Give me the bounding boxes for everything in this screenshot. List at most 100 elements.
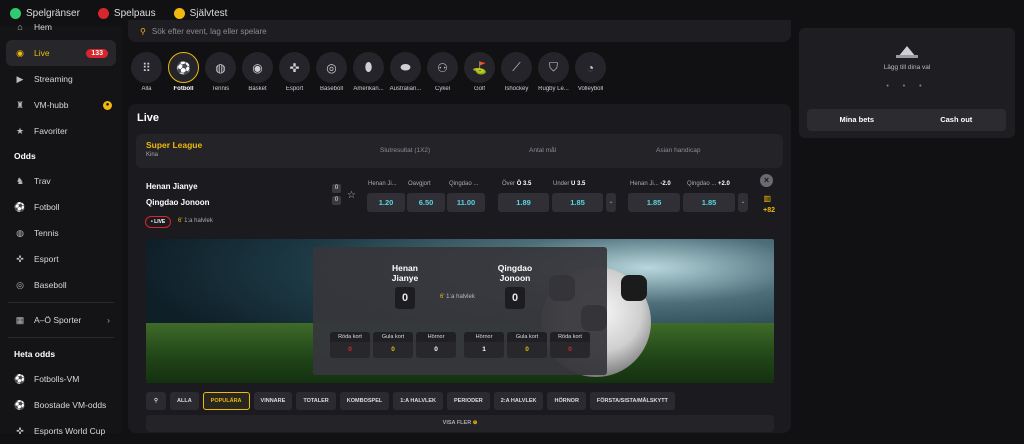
sport-alla[interactable]: ⠿ Alla — [130, 52, 163, 98]
odds-button-ah-away[interactable]: 1.85 — [683, 193, 735, 212]
betslip-empty-text: Lägg till dina val — [883, 64, 931, 71]
more-lines-chevron-icon[interactable]: ⌄ — [606, 193, 616, 212]
sport-label: Ishockey — [504, 86, 529, 92]
market-filter-hornor[interactable]: HÖRNOR — [547, 392, 586, 410]
betslip-panel: Lägg till dina val • • • Mina bets Cash … — [799, 28, 1015, 138]
search-icon: ⚲ — [153, 398, 159, 404]
sidebar-item-esports-world-cup[interactable]: ✜ Esports World Cup — [0, 418, 122, 444]
star-icon: ★ — [15, 125, 25, 136]
spelpaus-link[interactable]: Spelpaus — [97, 7, 156, 19]
home-icon: ⌂ — [17, 22, 23, 32]
sport-ishockey[interactable]: ⟋ Ishockey — [500, 52, 533, 98]
football-icon: ⚽ — [14, 399, 26, 410]
test-icon — [173, 7, 185, 19]
market-filter-perioder[interactable]: PERIODER — [446, 392, 490, 410]
market-filter-totaler[interactable]: TOTALER — [296, 392, 336, 410]
main-content: ⚲ Sök efter event, lag eller spelare ⠿ All… — [128, 20, 791, 433]
league-name[interactable]: Super League — [146, 140, 202, 150]
sport-basket[interactable]: ◉ Basket — [241, 52, 274, 98]
match-minute: 6' — [178, 218, 183, 224]
sidebar-item-fotboll[interactable]: ⚽ Fotboll — [0, 194, 122, 220]
match-period: 1:a halvlek — [184, 218, 213, 224]
sidebar-item-trav[interactable]: ♞ Trav — [0, 168, 122, 194]
stat-home-yellow-cards: Gula kort 0 — [373, 332, 413, 358]
sport-australian[interactable]: ⬬ Australian... — [389, 52, 422, 98]
limits-icon — [10, 7, 21, 19]
odds-button-home[interactable]: 1.20 — [367, 193, 405, 212]
sidebar-item-streaming[interactable]: ▶ Streaming — [0, 66, 122, 92]
sport-esport[interactable]: ✜ Esport — [278, 52, 311, 98]
sport-volleyboll[interactable]: ◔ Volleyboll — [574, 52, 607, 98]
show-more-button[interactable]: VISA FLER ⊕ — [146, 415, 774, 432]
sport-cykel[interactable]: ⚇ Cykel — [426, 52, 459, 98]
american-football-icon: ⬮ — [353, 52, 384, 83]
sport-baseboll[interactable]: ◎ Baseboll — [315, 52, 348, 98]
cup-badge-icon: ● — [103, 100, 112, 110]
sidebar-label: Fotbolls-VM — [34, 374, 80, 384]
tab-cash-out[interactable]: Cash out — [907, 109, 1007, 131]
sidebar-label: Live — [34, 48, 50, 58]
market-filter-forsta-sista-malskytt[interactable]: FÖRSTA/SISTA/MÅLSKYTT — [589, 392, 675, 410]
sidebar-label: Boostade VM-odds — [34, 400, 107, 410]
volleyball-icon: ◔ — [575, 52, 606, 83]
spelgranser-link[interactable]: Spelgränser — [10, 7, 80, 19]
search-input[interactable]: ⚲ Sök efter event, lag eller spelare — [128, 20, 791, 42]
stat-label: Gula kort — [507, 332, 547, 342]
tennis-icon: ◍ — [16, 227, 24, 238]
match-row[interactable]: Henan Jianye Qingdao Jonoon 0 0 ☆ Henan … — [136, 172, 783, 232]
odds-button-draw[interactable]: 6.50 — [407, 193, 445, 212]
streaming-icon: ▶ — [16, 73, 24, 84]
sidebar-item-baseboll[interactable]: ◎ Baseboll — [0, 272, 122, 298]
baseball-icon: ◎ — [16, 279, 24, 290]
market-filter-populara[interactable]: POPULÄRA — [202, 392, 250, 410]
sidebar-item-fotbolls-vm[interactable]: ⚽ Fotbolls-VM — [0, 366, 122, 392]
odds-button-over[interactable]: 1.89 — [498, 193, 549, 212]
sport-rugby-league[interactable]: ⛉ Rugby Le... — [537, 52, 570, 98]
sport-label: Fotboll — [173, 86, 194, 92]
grid-icon: ▦ — [15, 314, 25, 325]
sidebar-label: VM-hubb — [34, 100, 69, 110]
league-country: Kina — [146, 152, 159, 158]
sport-amerikansk-fotboll[interactable]: ⬮ Amerikan... — [352, 52, 385, 98]
market-filter-alla[interactable]: ALLA — [170, 392, 199, 410]
scoreboard-time: 6' 1:a halvlek — [440, 294, 475, 300]
odds-button-under[interactable]: 1.85 — [552, 193, 603, 212]
more-lines-chevron-icon[interactable]: ⌄ — [738, 193, 748, 212]
basketball-icon: ◉ — [242, 52, 273, 83]
sidebar-item-a-o-sporter[interactable]: ▦ A–Ö Sporter › — [0, 307, 122, 333]
market-head-draw: Oavgjort — [408, 181, 431, 187]
sidebar-item-favoriter[interactable]: ★ Favoriter — [0, 118, 122, 144]
stats-icon[interactable]: ▥ — [763, 194, 771, 203]
scoreboard-away-line2: Jonoon — [499, 273, 531, 283]
close-icon[interactable]: × — [760, 174, 773, 187]
scoreboard-home-line1: Henan — [392, 263, 418, 273]
spelpaus-label: Spelpaus — [113, 7, 156, 19]
odds-button-away[interactable]: 11.00 — [447, 193, 485, 212]
sport-golf[interactable]: ⛳ Golf — [463, 52, 496, 98]
sidebar-item-vm-hubb[interactable]: ♜ VM-hubb ● — [0, 92, 122, 118]
sport-fotboll[interactable]: ⚽ Fotboll — [167, 52, 200, 98]
market-filter-vinnare[interactable]: VINNARE — [253, 392, 293, 410]
sidebar-item-tennis[interactable]: ◍ Tennis — [0, 220, 122, 246]
market-filter-2a-halvlek[interactable]: 2:A HALVLEK — [493, 392, 544, 410]
sport-tennis[interactable]: ◍ Tennis — [204, 52, 237, 98]
sidebar-item-esport[interactable]: ✜ Esport — [0, 246, 122, 272]
stat-value: 0 — [434, 346, 438, 353]
odds-button-ah-home[interactable]: 1.85 — [628, 193, 680, 212]
more-markets-count[interactable]: +82 — [763, 207, 775, 214]
sidebar-item-boostade-vm-odds[interactable]: ⚽ Boostade VM-odds — [0, 392, 122, 418]
stat-value: 1 — [482, 346, 486, 353]
scoreboard-period: 1:a halvlek — [446, 294, 475, 300]
scoreboard-home-team: Henan Jianye — [365, 263, 445, 283]
favorite-star-icon[interactable]: ☆ — [347, 190, 356, 201]
tab-mina-bets[interactable]: Mina bets — [807, 109, 907, 131]
sjalvtest-link[interactable]: Självtest — [173, 7, 227, 19]
stat-value: 0 — [348, 346, 352, 353]
market-filter-kombospel[interactable]: KOMBOSPEL — [339, 392, 390, 410]
sidebar-item-hem[interactable]: ⌂ Hem — [0, 22, 122, 32]
scoreboard-home-score: 0 — [395, 287, 415, 309]
market-search-button[interactable]: ⚲ — [146, 392, 166, 410]
market-filter-1a-halvlek[interactable]: 1:A HALVLEK — [393, 392, 443, 410]
stat-label: Hörnor — [464, 332, 504, 342]
sidebar-item-live[interactable]: ◉ Live 133 — [6, 40, 116, 66]
